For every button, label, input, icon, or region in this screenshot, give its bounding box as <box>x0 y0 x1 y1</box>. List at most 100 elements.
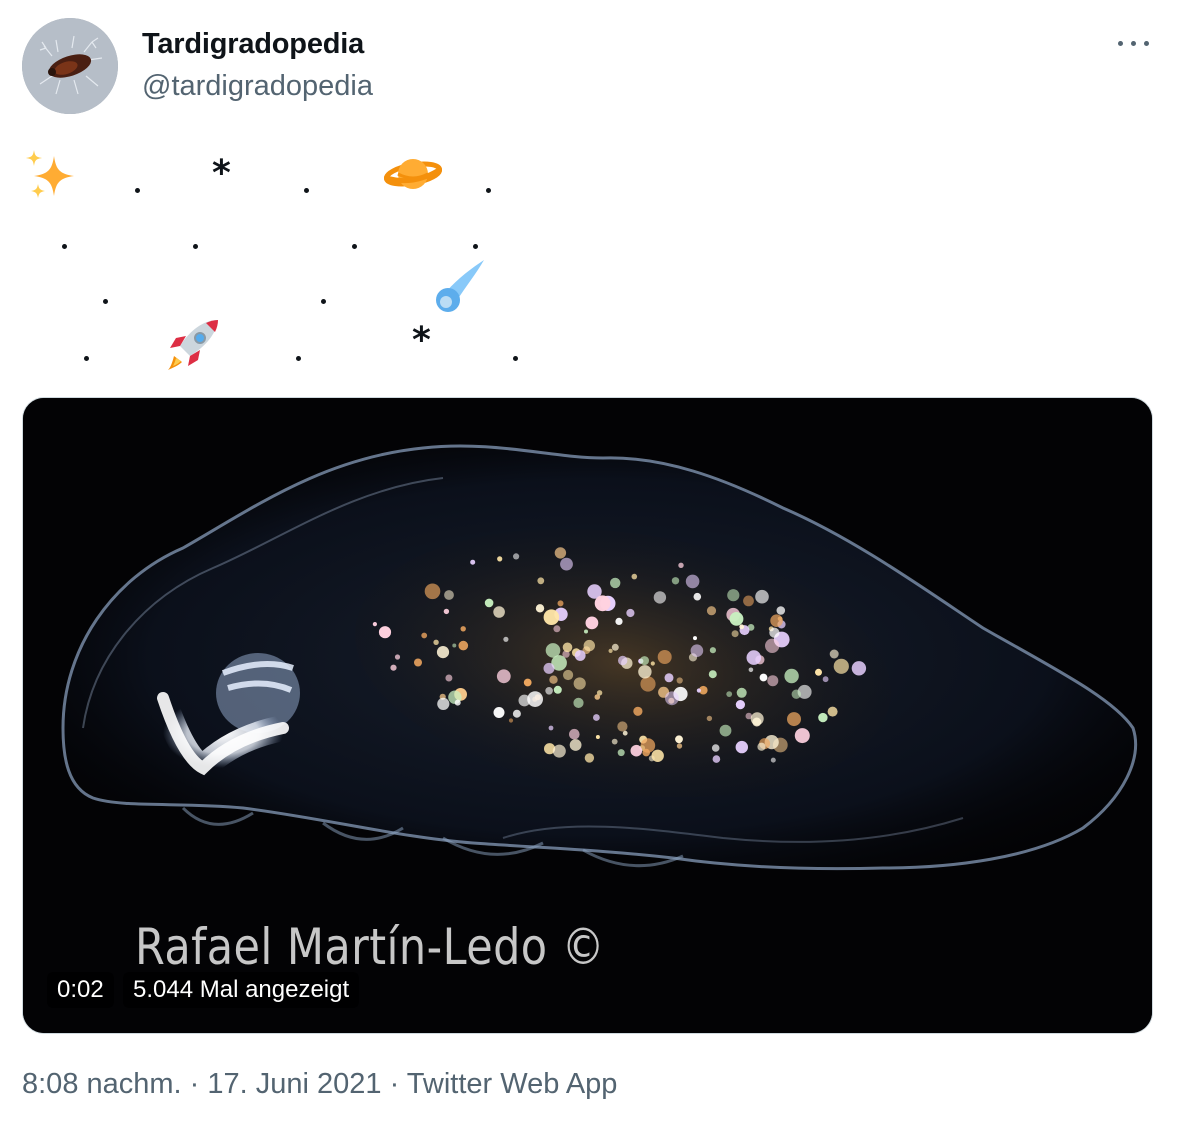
gut-granule <box>414 658 422 667</box>
gut-granule <box>583 639 595 652</box>
gut-granule <box>726 691 733 697</box>
gut-granule <box>549 675 558 684</box>
gut-granule <box>512 709 521 718</box>
star-dot <box>304 188 309 193</box>
gut-granule <box>746 650 762 665</box>
gut-granule <box>543 662 555 674</box>
gut-granule <box>769 627 780 638</box>
gut-granule <box>390 664 397 671</box>
asterisk-star: * <box>412 320 431 361</box>
tweet-timestamp[interactable]: 8:08 nachm. <box>22 1068 182 1100</box>
gut-granule <box>626 608 635 618</box>
gut-granule <box>706 715 713 722</box>
author-display-name[interactable]: Tardigradopedia <box>142 28 364 61</box>
gut-granule <box>460 626 466 632</box>
gut-granule <box>421 632 428 639</box>
tweet-source[interactable]: Twitter Web App <box>407 1068 618 1100</box>
gut-granule <box>372 622 377 627</box>
ringed-planet-emoji <box>384 159 442 189</box>
gut-granule <box>378 626 392 639</box>
gut-granule <box>633 706 643 716</box>
gut-granule <box>452 643 457 648</box>
gut-granule <box>617 721 628 732</box>
gut-granule <box>638 665 652 679</box>
gut-granule <box>743 595 754 607</box>
gut-granule <box>493 606 505 618</box>
gut-granule <box>690 644 704 657</box>
gut-granule <box>727 589 740 602</box>
gut-granule <box>640 676 656 692</box>
gut-granule <box>664 673 674 683</box>
video-watermark: Rafael Martín-Ledo © <box>135 918 606 976</box>
gut-granule <box>791 689 801 699</box>
gut-granule <box>437 697 450 710</box>
star-dot <box>486 188 491 193</box>
gut-granule <box>617 749 625 757</box>
gut-granule <box>748 667 754 673</box>
gut-granule <box>851 661 867 676</box>
gut-granule <box>593 714 600 721</box>
gut-granule <box>615 617 623 625</box>
gut-granule <box>552 744 566 758</box>
gut-granule <box>640 656 649 666</box>
video-player[interactable]: Rafael Martín-Ledo © 0:02 5.044 Mal ange… <box>22 397 1153 1034</box>
gut-granule <box>518 694 531 707</box>
gut-granule <box>560 557 573 571</box>
gut-granule <box>818 712 828 723</box>
gut-granule <box>585 616 599 630</box>
gut-granule <box>676 743 683 749</box>
gut-granule <box>671 577 680 585</box>
star-dot <box>193 244 198 249</box>
tardigrade-avatar-icon <box>22 18 118 114</box>
tweet-meta: 8:08 nachm. · 17. Juni 2021 · Twitter We… <box>22 1068 617 1101</box>
gut-granule <box>496 669 511 684</box>
gut-granule <box>739 624 745 630</box>
video-view-count: 5.044 Mal angezeigt <box>123 972 360 1008</box>
author-handle[interactable]: @tardigradopedia <box>142 70 373 103</box>
more-options-button[interactable] <box>1112 28 1156 58</box>
gut-granule <box>470 559 476 565</box>
gut-granule <box>653 591 667 604</box>
gut-granule <box>827 706 838 717</box>
gut-granule <box>719 724 732 737</box>
gut-granule <box>508 718 514 723</box>
gut-granule <box>594 694 601 700</box>
gut-granule <box>685 574 700 589</box>
gut-granule <box>608 648 613 653</box>
star-dot <box>352 244 357 249</box>
gut-granule <box>735 700 746 710</box>
tweet-date[interactable]: 17. Juni 2021 <box>207 1068 381 1100</box>
star-dot <box>135 188 140 193</box>
gut-granule <box>537 577 545 585</box>
star-dot <box>296 356 301 361</box>
gut-granule <box>711 744 720 752</box>
gut-granule <box>394 654 401 660</box>
gut-granule <box>770 757 776 763</box>
gut-granule <box>651 749 664 762</box>
gut-granule <box>611 738 618 745</box>
more-horizontal-icon <box>1118 41 1123 46</box>
gut-granule <box>709 647 717 654</box>
gut-granule <box>574 650 586 661</box>
meta-separator: · <box>181 1068 208 1100</box>
gut-granule <box>557 600 564 607</box>
gut-granule <box>693 592 702 601</box>
gut-granule <box>484 598 494 608</box>
asterisk-star: * <box>212 153 231 194</box>
gut-granule <box>787 712 801 727</box>
gut-granule <box>735 740 748 754</box>
gut-granule <box>553 625 561 633</box>
gut-granule <box>759 673 768 682</box>
gut-granule <box>815 668 822 676</box>
avatar[interactable] <box>22 18 118 114</box>
gut-granule <box>693 636 697 641</box>
gut-granule <box>729 612 744 626</box>
gut-granule <box>554 547 567 559</box>
gut-granule <box>503 636 509 642</box>
gut-granule <box>706 606 717 616</box>
gut-granule <box>445 674 453 682</box>
gut-granule <box>829 649 839 659</box>
gut-granule <box>712 755 721 763</box>
gut-granule <box>444 590 454 600</box>
gut-granule <box>731 630 739 638</box>
